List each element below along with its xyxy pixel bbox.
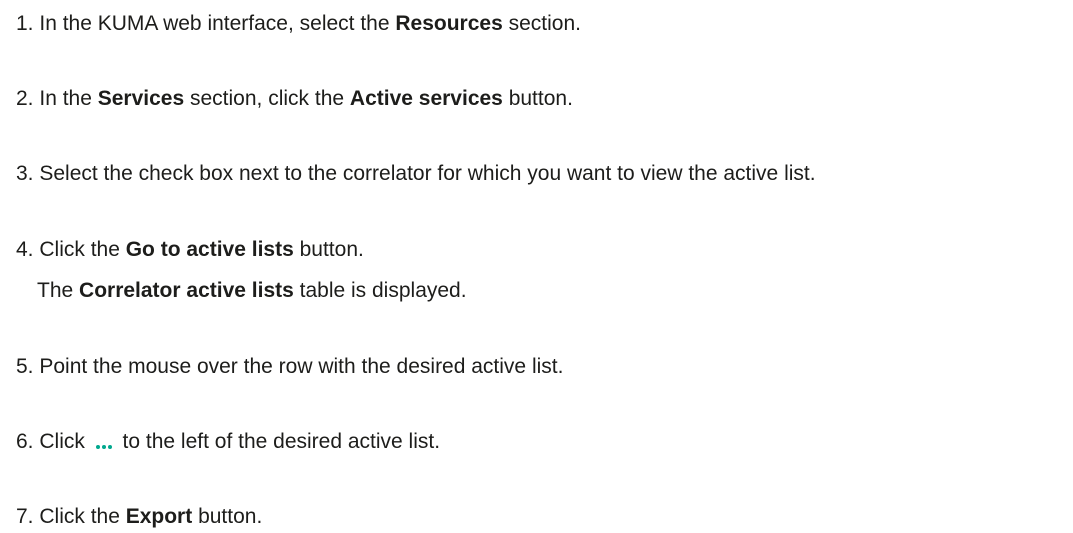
step-text: button. <box>192 505 263 528</box>
step-text: In the <box>39 87 98 110</box>
step-4: 4. Click the Go to active lists button. <box>16 237 364 262</box>
step-text: Point the mouse over the row with the de… <box>39 355 564 378</box>
step-number: 7. <box>16 505 34 528</box>
step-1: 1. In the KUMA web interface, select the… <box>16 11 581 36</box>
step-number: 5. <box>16 355 34 378</box>
step-text: button. <box>502 87 573 110</box>
step-number: 1. <box>16 12 34 35</box>
ui-term-go-to-active-lists: Go to active lists <box>125 238 294 261</box>
step-text: Click the <box>39 505 126 528</box>
result-text: The <box>37 279 80 302</box>
step-number: 6. <box>16 430 34 453</box>
step-text: Click the <box>39 238 126 261</box>
step-text: Select the check box next to the correla… <box>39 162 816 185</box>
step-number: 4. <box>16 238 34 261</box>
step-text: In the KUMA web interface, select the <box>39 12 396 35</box>
ui-term-correlator-active-lists: Correlator active lists <box>79 279 294 302</box>
step-text: to the left of the desired active list. <box>116 430 441 453</box>
ui-term-services: Services <box>97 87 185 110</box>
step-7: 7. Click the Export button. <box>16 504 262 529</box>
step-2: 2. In the Services section, click the Ac… <box>16 86 573 111</box>
step-4-result: The Correlator active lists table is dis… <box>37 278 467 303</box>
step-text: button. <box>293 238 364 261</box>
result-text: table is displayed. <box>293 279 467 302</box>
step-number: 3. <box>16 162 34 185</box>
ui-term-active-services: Active services <box>349 87 503 110</box>
step-number: 2. <box>16 87 34 110</box>
step-text: section, click the <box>184 87 350 110</box>
step-text: section. <box>502 12 581 35</box>
ui-term-resources: Resources <box>395 12 503 35</box>
step-text: Click <box>39 430 91 453</box>
ui-term-export: Export <box>125 505 193 528</box>
step-3: 3. Select the check box next to the corr… <box>16 161 816 186</box>
more-actions-icon <box>93 429 115 451</box>
step-5: 5. Point the mouse over the row with the… <box>16 354 563 379</box>
step-6: 6. Click to the left of the desired acti… <box>16 429 440 454</box>
